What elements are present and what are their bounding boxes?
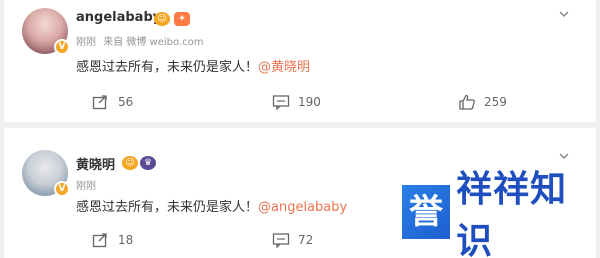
member-crown-icon: ☺ xyxy=(154,12,170,26)
post-card-angelababy: V angelababy ☺ ✦ 刚刚 来自 微博 weibo.com 感恩过去… xyxy=(4,0,596,122)
thumbs-up-icon xyxy=(459,94,475,110)
watermark-tile: 誉 xyxy=(402,184,451,239)
post-meta: 刚刚 来自 微博 weibo.com xyxy=(76,33,207,48)
like-button[interactable]: 259 xyxy=(458,94,507,110)
comment-count: 72 xyxy=(298,233,314,247)
comment-button[interactable]: 72 xyxy=(272,232,313,248)
post-text: 感恩过去所有，未来仍是家人！@angelababy xyxy=(76,196,347,215)
post-time[interactable]: 刚刚 xyxy=(76,37,96,48)
avatar[interactable]: V xyxy=(22,8,70,55)
mention-link[interactable]: @angelababy xyxy=(258,200,347,215)
member-crown-icon: ☺ xyxy=(122,156,138,170)
comment-count: 190 xyxy=(298,95,321,109)
comment-icon xyxy=(272,95,290,110)
post-text-body: 感恩过去所有，未来仍是家人！ xyxy=(76,200,259,215)
post-text-body: 感恩过去所有，未来仍是家人！ xyxy=(76,60,259,75)
repost-button[interactable]: 56 xyxy=(92,94,133,110)
repost-count: 56 xyxy=(118,95,134,109)
verified-v-icon: V xyxy=(54,39,70,55)
repost-button[interactable]: 18 xyxy=(92,232,133,248)
repost-icon xyxy=(92,95,107,110)
avatar[interactable]: V xyxy=(22,150,70,197)
verified-v-icon: V xyxy=(54,181,70,197)
username[interactable]: angelababy xyxy=(76,10,161,25)
fan-badge-icon: ✦ xyxy=(174,12,190,26)
chevron-down-icon[interactable] xyxy=(558,8,570,20)
repost-icon xyxy=(92,233,107,248)
mention-link[interactable]: @黄晓明 xyxy=(258,60,310,75)
post-source: 来自 微博 weibo.com xyxy=(103,37,204,48)
comment-button[interactable]: 190 xyxy=(272,94,321,110)
watermark-text: 祥祥知识 xyxy=(456,168,568,258)
comment-icon xyxy=(272,233,290,248)
like-count: 259 xyxy=(484,95,507,109)
post-time[interactable]: 刚刚 xyxy=(76,181,96,192)
vip-badge-icon: ♛ xyxy=(140,156,156,170)
post-text: 感恩过去所有，未来仍是家人！@黄晓明 xyxy=(76,56,310,75)
repost-count: 18 xyxy=(118,233,134,247)
post-meta: 刚刚 xyxy=(76,177,100,192)
watermark-logo: 誉 祥祥知识 xyxy=(402,169,588,258)
username[interactable]: 黄晓明 xyxy=(76,154,115,173)
